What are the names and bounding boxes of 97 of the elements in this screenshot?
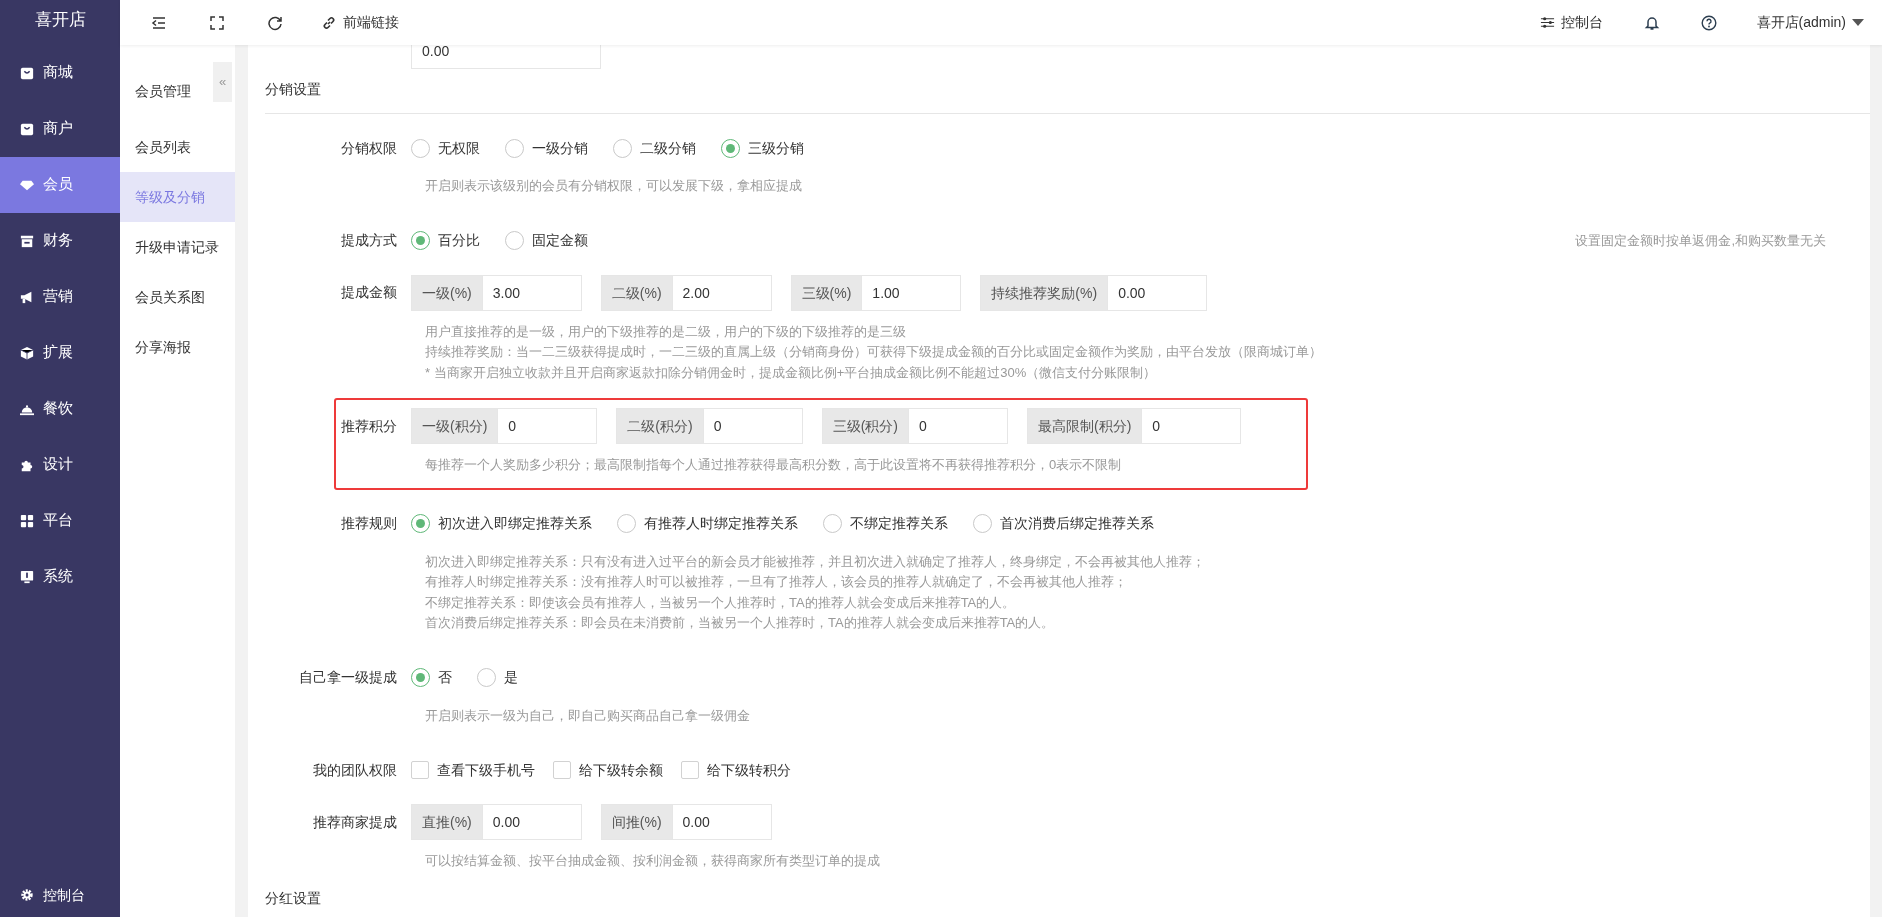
sidebar-item[interactable]: 系统 bbox=[0, 549, 120, 605]
radio-option[interactable]: 不绑定推荐关系 bbox=[823, 513, 948, 534]
input-field[interactable]: 0.00 bbox=[411, 45, 601, 69]
input-addon: 三级(积分) bbox=[821, 408, 908, 444]
app-logo: 喜开店 bbox=[33, 9, 87, 31]
input-field[interactable]: 0 bbox=[702, 408, 803, 444]
help-text: * 当商家开启独立收款并且开启商家返款扣除分销佣金时，提成金额比例+平台抽成金额比例不能超过30%（微信支付分账限制） bbox=[424, 363, 1158, 382]
radio-option[interactable]: 一级分销 bbox=[505, 137, 588, 159]
radio-option[interactable]: 无权限 bbox=[411, 137, 480, 159]
input-addon: 一级(积分) bbox=[411, 408, 498, 444]
checkbox-option[interactable]: 给下级转余额 bbox=[553, 759, 663, 781]
refresh-button[interactable] bbox=[265, 14, 285, 31]
sidebar-item[interactable]: 会员 bbox=[0, 157, 120, 213]
input-field[interactable]: 0 bbox=[908, 408, 1008, 444]
radio-option[interactable]: 否 bbox=[411, 667, 452, 688]
bag-icon bbox=[20, 66, 34, 80]
field-label: 分销权限 bbox=[340, 138, 398, 158]
sidebar-item[interactable]: 设计 bbox=[0, 437, 120, 493]
gear-icon bbox=[20, 888, 34, 902]
sidebar-item[interactable]: 控制台 bbox=[0, 873, 120, 917]
input-field[interactable]: 0.00 bbox=[671, 804, 772, 840]
input-addon: 一级(%) bbox=[411, 274, 482, 311]
input-field[interactable]: 0 bbox=[497, 408, 598, 444]
megaphone-icon bbox=[20, 290, 34, 304]
cloche-icon bbox=[20, 402, 34, 416]
bell-icon bbox=[1643, 14, 1660, 31]
link-icon bbox=[321, 14, 337, 31]
radio-option[interactable]: 三级分销 bbox=[721, 137, 804, 159]
radio-option[interactable]: 二级分销 bbox=[613, 137, 696, 159]
help-text: 初次进入即绑定推荐关系：只有没有进入过平台的新会员才能被推荐，并且初次进入就确定了推荐人，终身绑定，不会再被其他人推荐； bbox=[424, 552, 1206, 571]
input-field[interactable]: 0 bbox=[1141, 408, 1242, 444]
field-label: 提成方式 bbox=[340, 231, 398, 250]
input-addon: 三级(%) bbox=[790, 274, 862, 311]
sliders-icon bbox=[1539, 15, 1555, 30]
radio-option[interactable]: 是 bbox=[477, 667, 518, 688]
sidebar-item[interactable]: 营销 bbox=[0, 269, 120, 325]
subnav-title: 会员管理 bbox=[134, 81, 192, 101]
checkbox[interactable] bbox=[681, 761, 699, 779]
field-label: 推荐商家提成 bbox=[312, 812, 398, 832]
checkbox[interactable] bbox=[553, 761, 571, 779]
radio-option[interactable]: 有推荐人时绑定推荐关系 bbox=[617, 513, 798, 534]
bag-icon bbox=[20, 122, 34, 136]
field-label: 推荐规则 bbox=[340, 514, 398, 533]
section-title: 分销设置 bbox=[265, 77, 1870, 114]
subnav-item[interactable]: 会员关系图 bbox=[120, 272, 235, 322]
radio-option[interactable]: 首次消费后绑定推荐关系 bbox=[973, 513, 1154, 534]
frontend-link[interactable]: 前端链接 bbox=[319, 12, 401, 33]
radio-option[interactable]: 百分比 bbox=[411, 230, 480, 251]
help-text: 开启则表示一级为自己，即自己购买商品自己拿一级佣金 bbox=[424, 706, 751, 725]
subnav-item[interactable]: 会员列表 bbox=[120, 122, 235, 172]
user-menu[interactable]: 喜开店(admin) bbox=[1754, 12, 1866, 33]
radio-option[interactable]: 初次进入即绑定推荐关系 bbox=[411, 513, 592, 534]
cash-register-icon bbox=[20, 234, 34, 248]
subnav-item[interactable]: 升级申请记录 bbox=[120, 222, 235, 272]
section-title: 分红设置 bbox=[265, 885, 1870, 917]
sidebar-item[interactable]: 扩展 bbox=[0, 325, 120, 381]
input-addon: 持续推荐奖励(%) bbox=[980, 274, 1108, 311]
sidebar-item[interactable]: 财务 bbox=[0, 213, 120, 269]
cube-icon bbox=[20, 346, 34, 360]
caret-icon bbox=[1852, 19, 1864, 26]
input-addon: 直推(%) bbox=[411, 804, 482, 840]
refresh-icon bbox=[267, 14, 283, 31]
input-field[interactable]: 3.00 bbox=[481, 274, 582, 311]
sidebar-item[interactable]: 商户 bbox=[0, 101, 120, 157]
field-label: 推荐积分 bbox=[340, 416, 398, 436]
monitor-icon bbox=[20, 570, 34, 584]
subnav-item[interactable]: 分享海报 bbox=[120, 322, 235, 372]
field-label: 我的团队权限 bbox=[312, 760, 398, 780]
input-field[interactable]: 0.00 bbox=[1107, 274, 1208, 311]
checkbox-option[interactable]: 查看下级手机号 bbox=[411, 759, 535, 781]
sidebar-item[interactable]: 餐饮 bbox=[0, 381, 120, 437]
help-text: 可以按结算金额、按平台抽成金额、按利润金额，获得商家所有类型订单的提成 bbox=[424, 852, 881, 870]
fullscreen-icon bbox=[209, 14, 225, 31]
input-addon: 最高限制(积分) bbox=[1027, 408, 1142, 444]
input-addon: 二级(积分) bbox=[616, 408, 703, 444]
help-text: 设置固定金额时按单返佣金,和购买数量无关 bbox=[1575, 231, 1826, 250]
radio-option[interactable]: 固定金额 bbox=[505, 230, 588, 251]
indent-icon bbox=[151, 14, 167, 31]
gem-icon bbox=[20, 178, 34, 192]
console-button[interactable]: 控制台 bbox=[1537, 12, 1605, 33]
fullscreen-button[interactable] bbox=[207, 14, 227, 31]
help-text: 开启则表示该级别的会员有分销权限，可以发展下级，拿相应提成 bbox=[424, 177, 803, 195]
sidebar-item[interactable]: 平台 bbox=[0, 493, 120, 549]
help-text: 用户直接推荐的是一级，用户的下级推荐的是二级，用户的下级的下级推荐的是三级 bbox=[424, 322, 907, 341]
input-field[interactable]: 0.00 bbox=[481, 804, 582, 840]
checkbox-option[interactable]: 给下级转积分 bbox=[681, 759, 791, 781]
sidebar-item[interactable]: 商城 bbox=[0, 45, 120, 101]
input-addon: 二级(%) bbox=[600, 274, 672, 311]
field-label: 提成金额 bbox=[340, 283, 398, 302]
input-addon: 间推(%) bbox=[600, 804, 672, 840]
input-field[interactable]: 2.00 bbox=[671, 274, 772, 311]
field-label: 自己拿一级提成 bbox=[298, 668, 398, 687]
checkbox[interactable] bbox=[411, 761, 429, 779]
grid-icon bbox=[20, 514, 34, 528]
help-icon bbox=[1700, 14, 1717, 31]
input-field[interactable]: 1.00 bbox=[861, 274, 962, 311]
puzzle-icon bbox=[20, 458, 34, 472]
